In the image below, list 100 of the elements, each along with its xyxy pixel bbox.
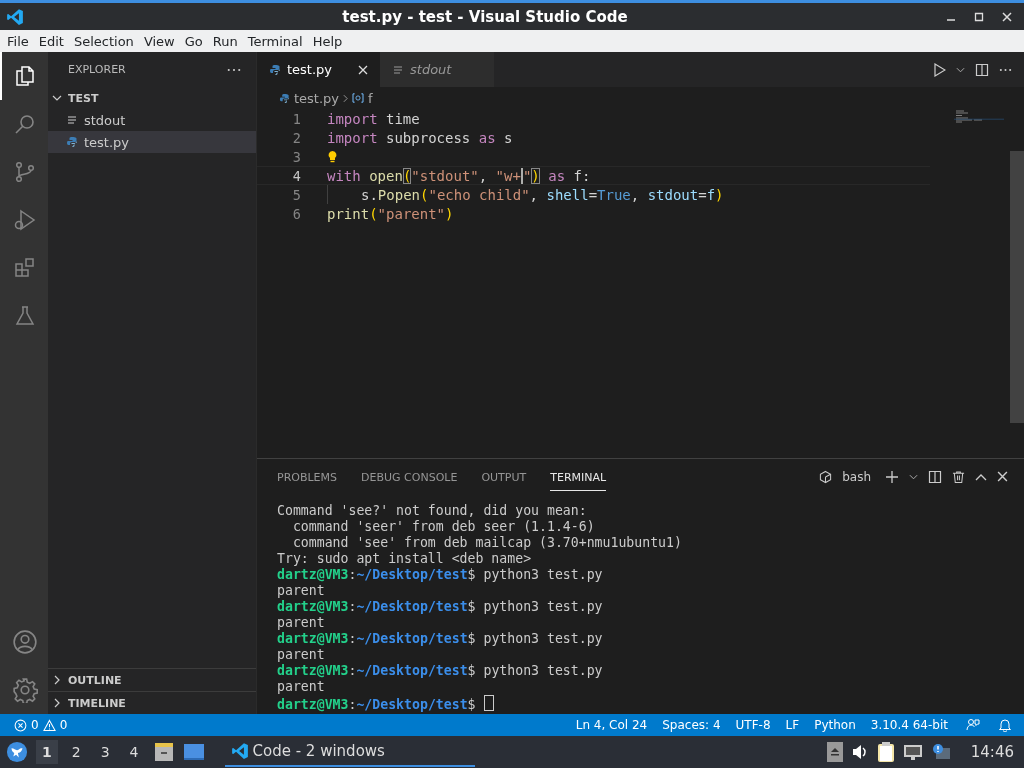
code-line: import subprocess as s [327, 129, 513, 146]
more-icon[interactable] [227, 67, 241, 72]
caret-icon[interactable] [956, 66, 965, 73]
chevron-icon [343, 93, 349, 103]
run-icon[interactable] [934, 62, 946, 77]
status-item[interactable]: Python [814, 718, 856, 732]
workspace-button[interactable]: 1 [36, 740, 58, 764]
variable-icon [352, 93, 365, 103]
line-number: 5 [291, 186, 302, 203]
files-icon[interactable] [13, 64, 37, 88]
split-terminal-icon[interactable] [928, 469, 942, 484]
panel-tab[interactable]: OUTPUT [481, 462, 527, 491]
clipboard-icon[interactable] [876, 741, 895, 763]
panel-tab[interactable]: DEBUG CONSOLE [361, 462, 458, 491]
file-cabinet-icon[interactable] [152, 741, 175, 763]
close-icon[interactable] [997, 471, 1008, 482]
python-file-icon [66, 136, 78, 148]
folder-header[interactable]: TEST [48, 87, 256, 109]
editor-tab[interactable]: test.py [257, 52, 381, 87]
terminal-prompt: dartz@VM3:~/Desktop/test$ python3 test.py [277, 663, 604, 679]
terminal-prompt: dartz@VM3:~/Desktop/test$ python3 test.py [277, 567, 604, 583]
app-logo-icon [230, 742, 249, 760]
bell-icon[interactable] [998, 718, 1012, 732]
workspace-button[interactable]: 4 [123, 740, 145, 764]
start-menu-icon[interactable] [6, 741, 28, 763]
code-line: print("parent") [327, 205, 454, 222]
chevron-icon [52, 675, 62, 685]
warning-icon[interactable] [42, 718, 56, 732]
split-editor-icon[interactable] [975, 62, 989, 77]
minimap-drawing [954, 110, 1004, 124]
text-file-icon [66, 114, 78, 126]
scrollbar[interactable] [1010, 151, 1024, 423]
terminal-output: parent [277, 583, 326, 599]
status-item[interactable]: 3.10.4 64-bit [870, 718, 948, 732]
extensions-icon[interactable] [13, 256, 37, 280]
code-line: import time [327, 110, 420, 127]
terminal-output: Command 'see?' not found, did you mean: [277, 503, 588, 519]
plus-icon[interactable] [885, 469, 899, 484]
branch-icon[interactable] [13, 160, 37, 184]
close-icon[interactable] [1002, 11, 1012, 22]
sidebar-title: EXPLORER [68, 63, 126, 76]
lightbulb-icon[interactable] [327, 149, 338, 164]
caret-icon[interactable] [909, 473, 918, 480]
terminal-output: command 'seer' from deb seer (1.1.4-6) [291, 519, 596, 535]
status-item[interactable]: Ln 4, Col 24 [575, 718, 648, 732]
breadcrumb-item[interactable]: f [368, 90, 373, 106]
menu-item[interactable]: Run [207, 33, 243, 49]
status-item[interactable]: Spaces: 4 [662, 718, 721, 732]
flask-icon[interactable] [13, 304, 37, 328]
close-icon[interactable] [358, 64, 369, 75]
breadcrumb-item[interactable]: test.py [294, 90, 340, 106]
window-title: test.py - test - Visual Studio Code [341, 7, 629, 26]
terminal-prompt: dartz@VM3:~/Desktop/test$ [277, 695, 1024, 711]
menu-item[interactable]: View [138, 33, 180, 49]
terminal-output: command 'see' from deb mailcap (3.70+nmu1ubuntu1) [291, 535, 683, 551]
line-number: 6 [291, 205, 302, 222]
window-icon[interactable] [182, 741, 205, 763]
chevron-up-icon[interactable] [975, 472, 987, 481]
eject-icon[interactable] [826, 742, 843, 762]
warning-count[interactable]: 0 [59, 718, 68, 732]
menu-item[interactable]: Go [179, 33, 208, 49]
trash-icon[interactable] [952, 469, 965, 484]
feedback-icon[interactable] [966, 718, 980, 732]
taskbar-task[interactable]: Code - 2 windows [224, 737, 475, 767]
line-number: 1 [291, 110, 302, 127]
search-icon[interactable] [13, 112, 37, 136]
workspace-button[interactable]: 2 [65, 740, 87, 764]
account-icon[interactable] [12, 629, 38, 655]
error-icon[interactable] [14, 718, 27, 732]
menu-item[interactable]: Edit [33, 33, 69, 49]
workspace-button[interactable]: 3 [94, 740, 116, 764]
status-item[interactable]: LF [785, 718, 800, 732]
terminal-output: parent [277, 679, 326, 695]
settings-icon[interactable] [12, 677, 38, 703]
menu-item[interactable]: File [2, 33, 34, 49]
speaker-icon[interactable] [850, 744, 869, 760]
terminal-name[interactable]: bash [842, 469, 871, 484]
python-file-icon [269, 63, 281, 76]
terminal-output: parent [277, 615, 326, 631]
editor-tab[interactable]: stdout [380, 52, 495, 87]
terminal-output: parent [277, 647, 326, 663]
explorer-entry[interactable]: stdout [48, 109, 256, 131]
terminal-icon [819, 469, 833, 484]
status-item[interactable]: UTF-8 [735, 718, 771, 732]
code-line: with open("stdout", "w+") as f: [327, 167, 591, 184]
text-file-icon [392, 63, 405, 76]
panel-tab[interactable]: PROBLEMS [277, 462, 338, 491]
maximize-icon[interactable] [974, 11, 984, 22]
explorer-entry[interactable]: test.py [48, 131, 256, 153]
error-count[interactable]: 0 [31, 718, 39, 732]
menu-item[interactable]: Terminal [242, 33, 308, 49]
run-debug-icon[interactable] [13, 208, 37, 232]
menu-item[interactable]: Help [307, 33, 348, 49]
line-number: 3 [291, 148, 302, 165]
network-icon[interactable] [902, 743, 923, 761]
panel-tab[interactable]: TERMINAL [550, 462, 607, 491]
section-header[interactable]: OUTLINE [48, 668, 256, 691]
menu-item[interactable]: Selection [68, 33, 139, 49]
notification-icon[interactable] [930, 743, 951, 761]
more-icon[interactable] [999, 67, 1012, 72]
